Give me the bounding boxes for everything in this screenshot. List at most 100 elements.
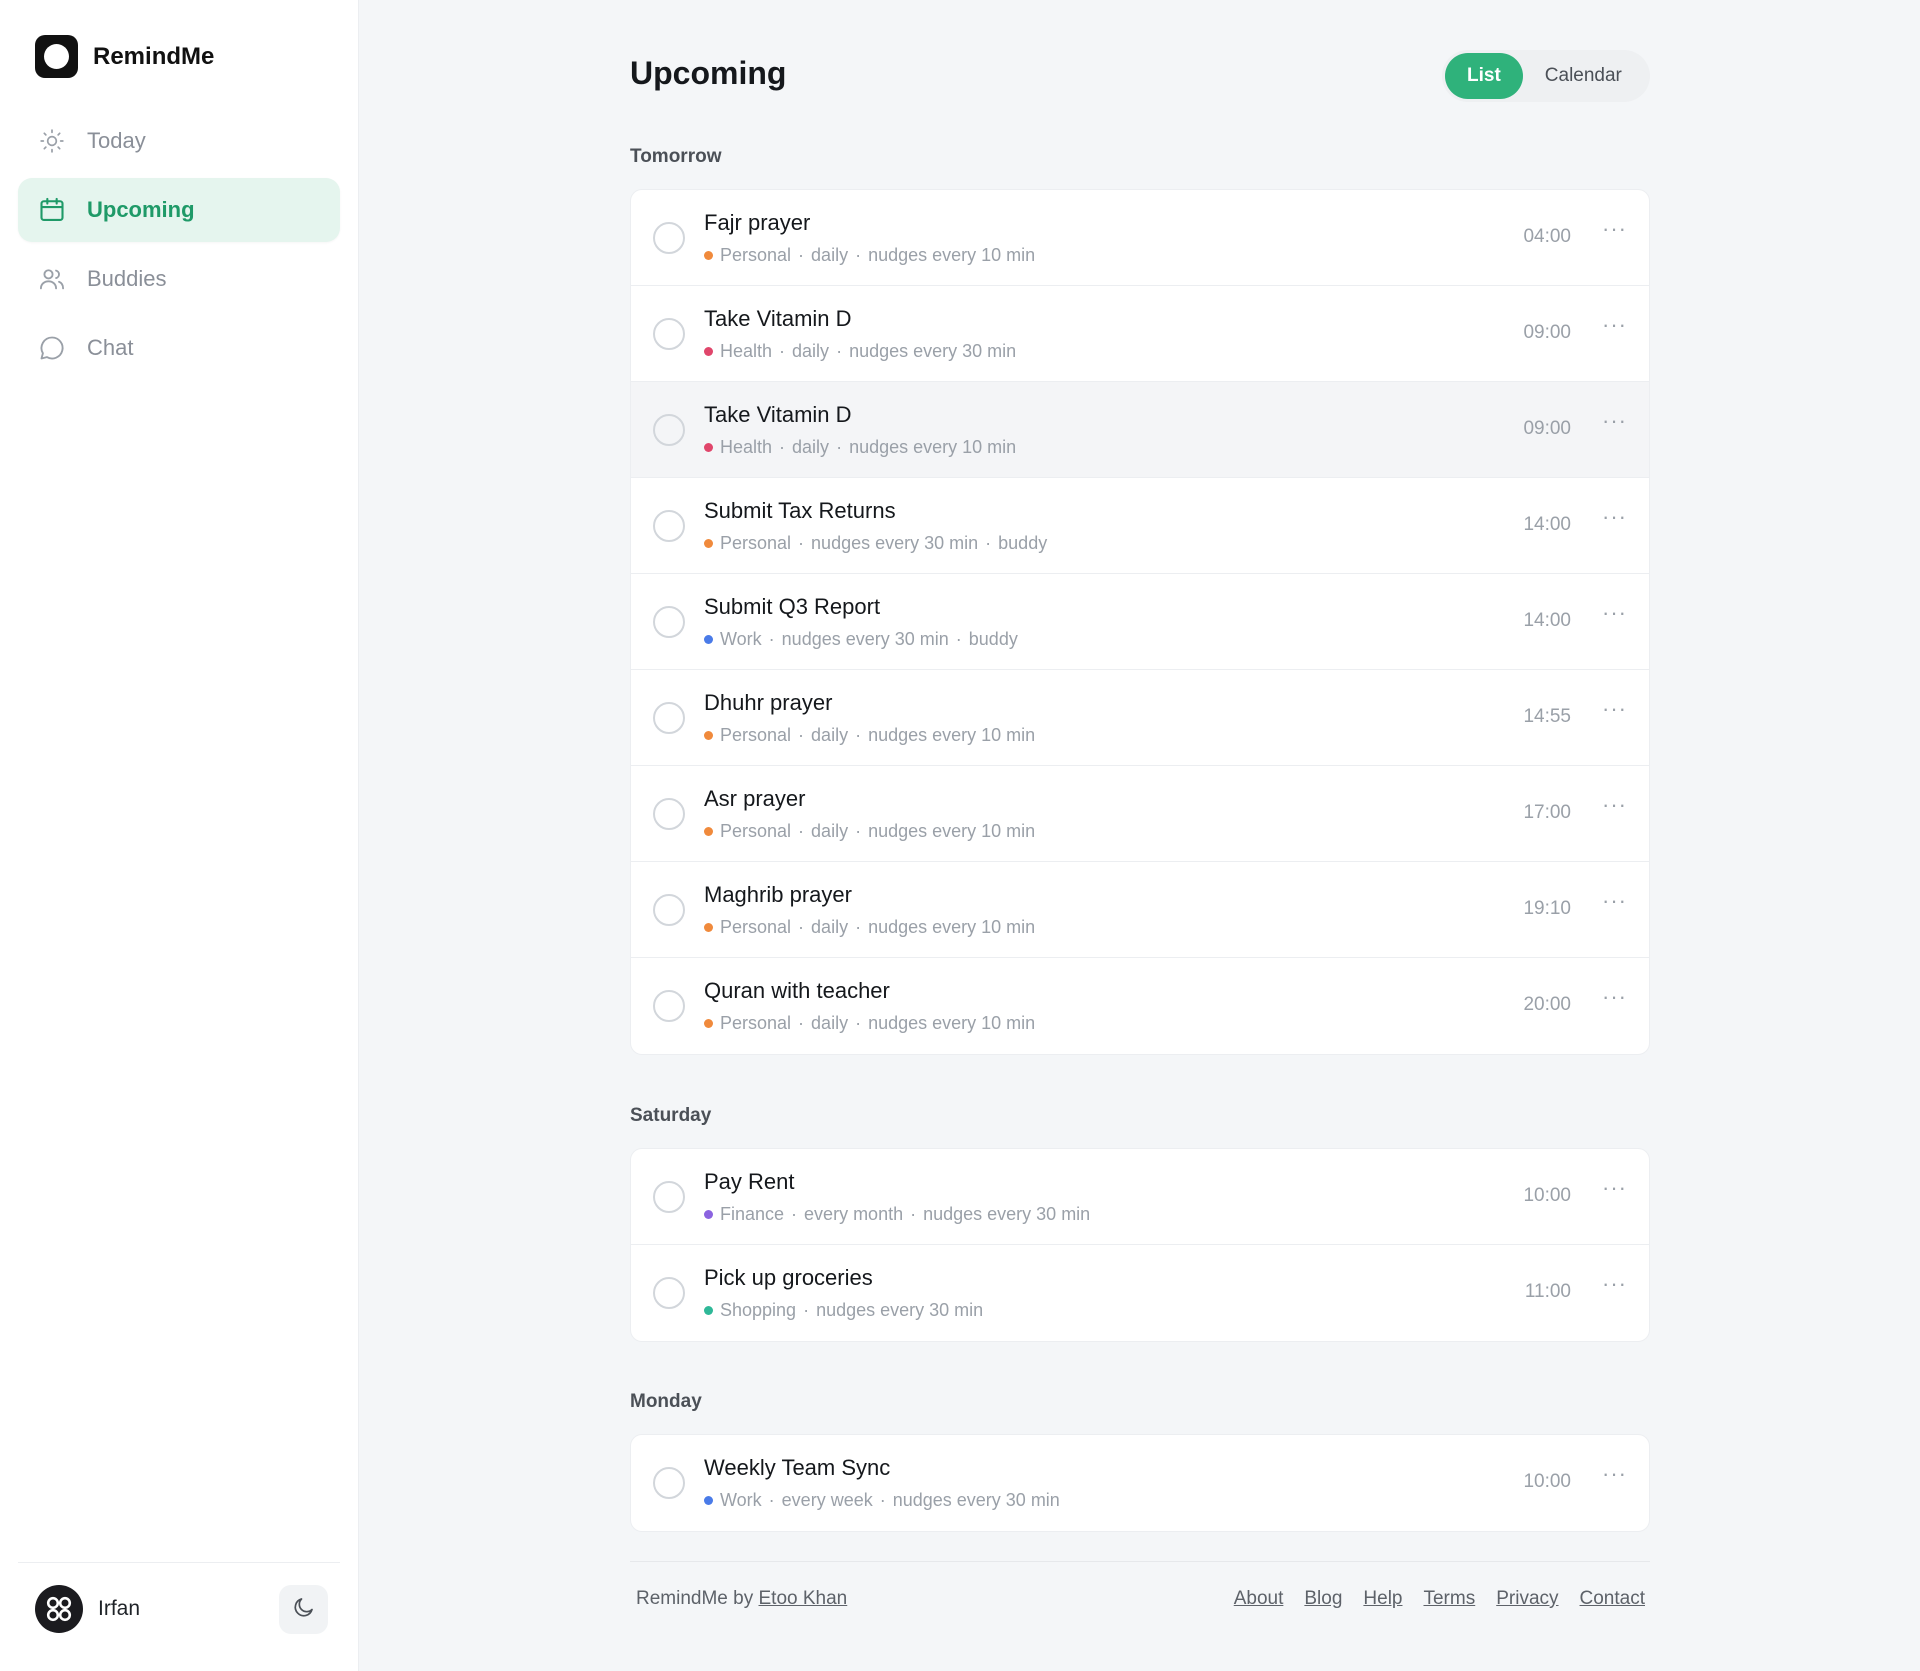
reminder-detail: daily [811,725,849,745]
reminder-title: Asr prayer [704,786,806,811]
complete-checkbox[interactable] [653,1181,685,1213]
sidebar-item-upcoming[interactable]: Upcoming [18,178,340,242]
sidebar-item-chat[interactable]: Chat [18,316,340,380]
sidebar-divider [18,1562,340,1563]
brand[interactable]: RemindMe [35,35,214,78]
more-options-icon[interactable]: ··· [1602,696,1627,722]
reminder-row[interactable]: Pay Rent Finance · every month · nudges every… [631,1149,1649,1245]
footer-link-privacy[interactable]: Privacy [1496,1588,1558,1610]
complete-checkbox[interactable] [653,606,685,638]
users-icon [37,264,67,294]
more-options-icon[interactable]: ··· [1602,216,1627,242]
reminder-category: Personal [720,1013,792,1033]
more-options-icon[interactable]: ··· [1602,600,1627,626]
section-title: Saturday [630,1105,712,1126]
reminder-row[interactable]: Weekly Team Sync Work · every week · nudges e… [631,1435,1649,1531]
reminder-row[interactable]: Take Vitamin D Health · daily · nudges every … [631,286,1649,382]
sidebar-item-buddies[interactable]: Buddies [18,247,340,311]
meta-separator: · [779,437,786,457]
reminder-detail: nudges every 10 min [868,1013,1036,1033]
reminder-detail: daily [811,245,849,265]
reminder-row[interactable]: Maghrib prayer Personal · daily · nudges ever… [631,862,1649,958]
complete-checkbox[interactable] [653,894,685,926]
more-options-icon[interactable]: ··· [1602,1271,1627,1297]
more-options-icon[interactable]: ··· [1602,984,1627,1010]
complete-checkbox[interactable] [653,798,685,830]
footer-link-blog[interactable]: Blog [1304,1588,1342,1610]
reminder-row[interactable]: Dhuhr prayer Personal · daily · nudges every … [631,670,1649,766]
more-options-icon[interactable]: ··· [1602,504,1627,530]
reminder-row[interactable]: Pick up groceries Shopping · nudges every 3… [631,1245,1649,1341]
complete-checkbox[interactable] [653,990,685,1022]
more-options-icon[interactable]: ··· [1602,408,1627,434]
category-dot-icon [704,827,713,836]
meta-separator: · [910,1204,917,1224]
category-dot-icon [704,1306,713,1315]
meta-separator: · [855,245,862,265]
more-options-icon[interactable]: ··· [1602,312,1627,338]
reminder-meta: Personal · daily · nudges every 10 min [704,245,1035,266]
reminder-meta: Finance · every month · nudges every 30 min [704,1204,1090,1225]
view-calendar-button[interactable]: Calendar [1523,53,1644,99]
reminder-detail: nudges every 10 min [849,437,1017,457]
reminder-time: 11:00 [1524,1281,1571,1302]
footer-link-help[interactable]: Help [1363,1588,1402,1610]
reminder-detail: nudges every 30 min [892,1490,1060,1510]
category-dot-icon [704,443,713,452]
footer-link-contact[interactable]: Contact [1580,1588,1645,1610]
footer-link-about[interactable]: About [1234,1588,1284,1610]
meta-separator: · [798,1013,805,1033]
reminder-row[interactable]: Take Vitamin D Health · daily · nudges every … [631,382,1649,478]
theme-toggle-button[interactable] [279,1585,328,1634]
complete-checkbox[interactable] [653,1277,685,1309]
complete-checkbox[interactable] [653,414,685,446]
reminder-detail: nudges every 10 min [868,245,1036,265]
footer-prefix: RemindMe by [636,1588,754,1609]
reminder-detail: daily [792,341,830,361]
complete-checkbox[interactable] [653,1467,685,1499]
complete-checkbox[interactable] [653,222,685,254]
more-options-icon[interactable]: ··· [1602,792,1627,818]
sidebar-item-today[interactable]: Today [18,109,340,173]
more-options-icon[interactable]: ··· [1602,1175,1627,1201]
more-options-icon[interactable]: ··· [1602,888,1627,914]
reminder-meta: Work · every week · nudges every 30 min [704,1490,1060,1511]
reminder-detail: daily [811,821,849,841]
moon-icon [292,1595,316,1624]
reminder-category: Work [720,1490,762,1510]
view-list-button[interactable]: List [1445,53,1523,99]
reminder-title: Take Vitamin D [704,306,852,331]
reminder-meta: Personal · daily · nudges every 10 min [704,1013,1035,1034]
category-dot-icon [704,923,713,932]
reminder-category: Personal [720,245,792,265]
footer-link-terms[interactable]: Terms [1423,1588,1475,1610]
reminder-detail: daily [792,437,830,457]
category-dot-icon [704,539,713,548]
reminder-row[interactable]: Submit Q3 Report Work · nudges every 30 min… [631,574,1649,670]
reminder-row[interactable]: Fajr prayer Personal · daily · nudges every 1… [631,190,1649,286]
reminder-title: Pick up groceries [704,1265,873,1290]
reminder-row[interactable]: Asr prayer Personal · daily · nudges every 10… [631,766,1649,862]
reminder-detail: daily [811,1013,849,1033]
reminder-time: 14:00 [1523,514,1571,535]
complete-checkbox[interactable] [653,318,685,350]
footer-author-link[interactable]: Etoo Khan [759,1588,848,1609]
app-name: RemindMe [93,42,215,70]
category-dot-icon [704,347,713,356]
meta-separator: · [803,1300,810,1320]
sidebar-item-label: Today [87,128,146,153]
reminder-meta: Personal · daily · nudges every 10 min [704,725,1035,746]
reminder-meta: Personal · daily · nudges every 10 min [704,917,1035,938]
reminder-row[interactable]: Submit Tax Returns Personal · nudges every … [631,478,1649,574]
reminder-title: Submit Tax Returns [704,498,896,523]
reminder-detail: nudges every 10 min [868,725,1036,745]
reminder-time: 09:00 [1523,418,1571,439]
reminder-detail: every month [804,1204,904,1224]
reminder-row[interactable]: Quran with teacher Personal · daily · nudges … [631,958,1649,1054]
reminder-title: Fajr prayer [704,210,811,235]
user-profile[interactable]: Irfan [35,1585,140,1633]
complete-checkbox[interactable] [653,510,685,542]
complete-checkbox[interactable] [653,702,685,734]
more-options-icon[interactable]: ··· [1602,1461,1627,1487]
reminder-title: Maghrib prayer [704,882,852,907]
